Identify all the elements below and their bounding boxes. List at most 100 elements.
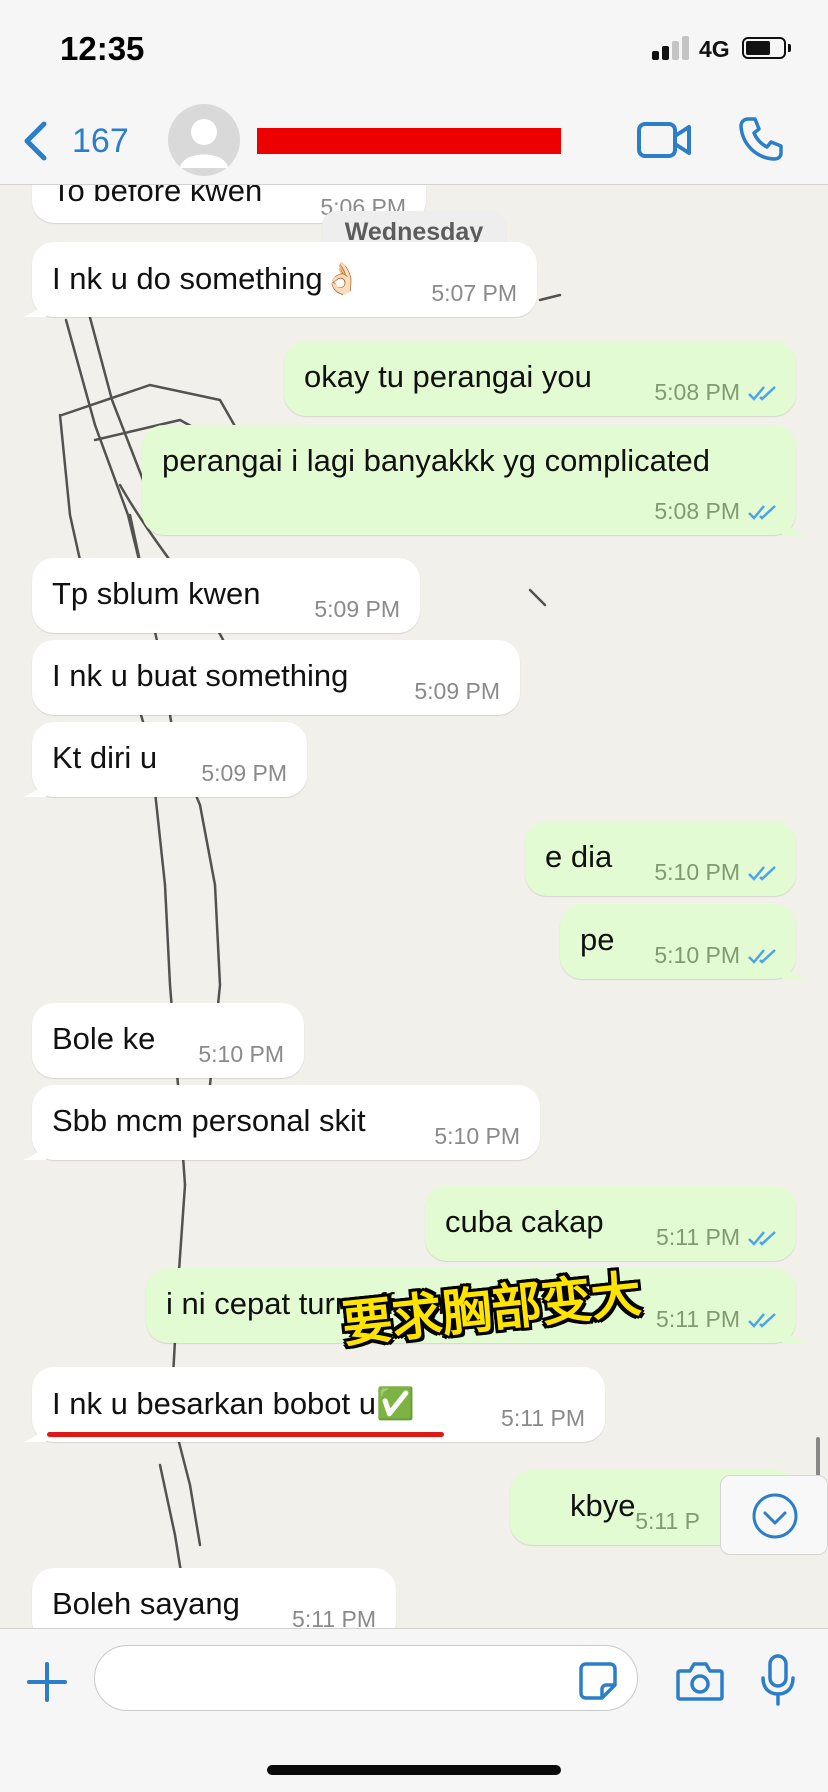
message-time-label: 5:09 PM [314, 596, 400, 622]
message-time: 5:09 PM [314, 596, 400, 623]
chevron-left-icon [24, 121, 47, 161]
phone-icon [739, 117, 783, 161]
message-time-label: 5:10 PM [198, 1041, 284, 1067]
battery-icon [742, 37, 786, 59]
message-time: 5:08 PM [654, 379, 778, 406]
bubble-tail [22, 1424, 46, 1442]
bubble-tail [22, 1142, 46, 1160]
message-time: 5:09 PM [414, 678, 500, 705]
message-time-label: 5:10 PM [654, 859, 740, 885]
message-time: 5:07 PM [431, 280, 517, 307]
message-text: Kt diri u [52, 740, 158, 775]
read-receipt-icon [748, 1230, 776, 1246]
message-text: cuba cakap [445, 1204, 604, 1239]
message-time-label: 5:11 PM [501, 1405, 585, 1431]
message-time-label: 5:09 PM [414, 678, 500, 704]
message-bubble-incoming[interactable]: I nk u besarkan bobot u✅ 5:11 PM [22, 1367, 605, 1442]
microphone-icon [761, 1654, 795, 1706]
message-text: Tp sblum kwen [52, 576, 261, 611]
message-bubble-incoming[interactable]: Tp sblum kwen 5:09 PM [32, 558, 420, 633]
message-time-label: 5:09 PM [201, 760, 287, 786]
message-time-label: 5:10 PM [434, 1123, 520, 1149]
message-time: 5:11 PM [292, 1606, 376, 1628]
bubble-tail [22, 779, 46, 797]
message-text: I nk u besarkan bobot u✅ [52, 1386, 415, 1421]
message-text: perangai i lagi banyakkk yg complicated [162, 443, 710, 478]
message-text: I nk u buat something [52, 658, 349, 693]
message-bubble-incoming[interactable]: Sbb mcm personal skit 5:10 PM [22, 1085, 540, 1160]
message-bubble-incoming[interactable]: Kt diri u 5:09 PM [22, 722, 307, 797]
status-bar: 12:35 4G [0, 0, 828, 100]
message-time: 5:09 PM [201, 760, 287, 787]
signal-strength-icon [652, 36, 692, 60]
message-time: 5:10 PM [654, 859, 778, 886]
video-call-button[interactable] [636, 118, 692, 162]
message-bubble-outgoing[interactable]: perangai i lagi banyakkk yg complicated … [142, 425, 806, 535]
bubble-tail [782, 961, 806, 979]
red-underline-annotation [47, 1432, 444, 1437]
chat-area[interactable]: To before kwen 5:06 PM Wednesday I nk u … [0, 185, 828, 1628]
message-bubble-incoming[interactable]: I nk u do something👌🏻 5:07 PM [22, 242, 537, 317]
person-icon [180, 119, 228, 168]
message-time-label: 5:10 PM [654, 942, 740, 968]
contact-name-redacted[interactable] [257, 128, 561, 154]
message-time: 5:10 PM [434, 1123, 520, 1150]
sticker-icon [579, 1662, 617, 1700]
chevron-down-circle-icon [752, 1493, 798, 1539]
message-input[interactable] [94, 1645, 638, 1711]
message-time-label: 5:07 PM [431, 280, 517, 306]
message-time: 5:08 PM [654, 498, 778, 525]
microphone-button[interactable] [760, 1653, 796, 1707]
message-text: Bole ke [52, 1021, 156, 1056]
message-time: 5:10 PM [198, 1041, 284, 1068]
message-bubble-outgoing[interactable]: pe 5:10 PM [560, 904, 806, 979]
message-text: e dia [545, 839, 613, 874]
message-time-label: 5:11 PM [656, 1306, 740, 1332]
status-time: 12:35 [60, 30, 145, 67]
message-text: pe [580, 922, 615, 957]
message-bubble-outgoing[interactable]: e dia 5:10 PM [525, 821, 796, 896]
camera-button[interactable] [676, 1659, 724, 1703]
message-time: 5:11 PM [501, 1405, 585, 1432]
video-camera-icon [637, 122, 691, 158]
scroll-to-bottom-button[interactable] [720, 1475, 828, 1555]
message-text: Sbb mcm personal skit [52, 1103, 366, 1138]
message-bubble-incoming[interactable]: I nk u buat something 5:09 PM [32, 640, 520, 715]
network-type: 4G [699, 36, 730, 62]
camera-icon [676, 1662, 724, 1701]
bubble-tail [22, 299, 46, 317]
message-time: 5:11 P [635, 1508, 700, 1535]
message-time-label: 5:11 P [635, 1508, 700, 1534]
back-button[interactable]: 167 [22, 116, 142, 166]
message-text: okay tu perangai you [304, 359, 592, 394]
message-text: To before kwen [52, 185, 263, 208]
sticker-button[interactable] [578, 1661, 618, 1701]
message-time: 5:11 PM [656, 1306, 778, 1333]
message-time: 5:10 PM [654, 942, 778, 969]
chat-header: 167 [0, 100, 828, 185]
read-receipt-icon [748, 1312, 776, 1328]
message-time-label: 5:08 PM [654, 498, 740, 524]
message-composer [0, 1628, 828, 1792]
message-time-label: 5:08 PM [654, 379, 740, 405]
message-text: kbye [570, 1488, 636, 1523]
read-receipt-icon [748, 504, 776, 520]
message-time-label: 5:11 PM [292, 1606, 376, 1628]
message-bubble-incoming[interactable]: Bole ke 5:10 PM [32, 1003, 304, 1078]
plus-icon [27, 1662, 67, 1702]
message-time: 5:11 PM [656, 1224, 778, 1251]
message-text: Boleh sayang [52, 1586, 240, 1621]
message-bubble-outgoing[interactable]: okay tu perangai you 5:08 PM [284, 341, 796, 416]
message-bubble-incoming[interactable]: Boleh sayang 5:11 PM [32, 1568, 396, 1628]
contact-avatar[interactable] [168, 104, 240, 176]
read-receipt-icon [748, 865, 776, 881]
message-bubble-outgoing[interactable]: cuba cakap 5:11 PM [425, 1186, 796, 1261]
scrollbar[interactable] [816, 1437, 820, 1477]
read-receipt-icon [748, 948, 776, 964]
message-text: I nk u do something👌🏻 [52, 261, 362, 296]
message-time-label: 5:11 PM [656, 1224, 740, 1250]
attach-button[interactable] [26, 1661, 68, 1703]
unread-count: 167 [72, 122, 129, 160]
home-indicator [267, 1765, 561, 1775]
voice-call-button[interactable] [738, 116, 784, 162]
